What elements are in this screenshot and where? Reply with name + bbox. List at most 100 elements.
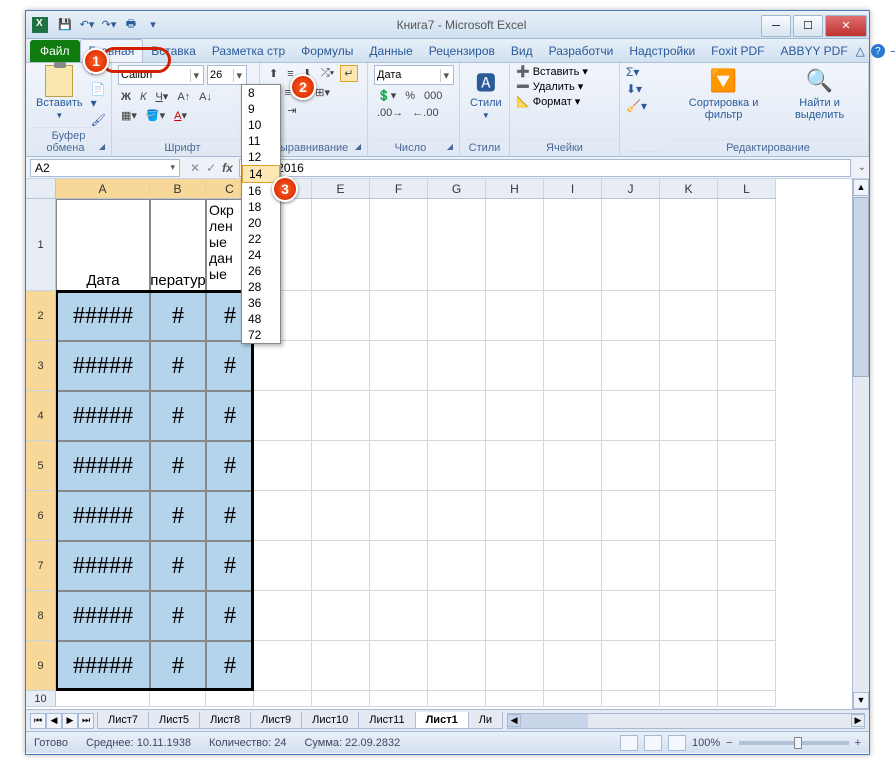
normal-view-icon[interactable] (620, 735, 638, 751)
format-painter-icon[interactable]: 🖌 (91, 113, 106, 127)
help-icon[interactable]: ? (871, 44, 885, 58)
row-header-3[interactable]: 3 (26, 341, 56, 391)
cell[interactable] (602, 491, 660, 541)
prev-sheet-icon[interactable]: ◀ (46, 713, 62, 729)
data-cell[interactable]: # (206, 441, 254, 491)
row-header-6[interactable]: 6 (26, 491, 56, 541)
sheet-tab-Лист8[interactable]: Лист8 (199, 712, 251, 729)
chevron-down-icon[interactable]: ▾ (190, 69, 201, 82)
tab-foxit[interactable]: Foxit PDF (703, 40, 772, 62)
cell[interactable] (602, 291, 660, 341)
cell[interactable] (254, 641, 312, 691)
data-cell[interactable]: # (206, 391, 254, 441)
cell[interactable] (718, 641, 776, 691)
sheet-tab-Лист9[interactable]: Лист9 (250, 712, 302, 729)
cell[interactable] (428, 691, 486, 707)
tab-developer[interactable]: Разработчи (541, 40, 622, 62)
data-cell[interactable]: # (206, 491, 254, 541)
insert-cells-button[interactable]: ➕ Вставить ▾ (516, 65, 588, 78)
cell[interactable] (254, 441, 312, 491)
decrease-decimal-icon[interactable]: ←.00 (409, 106, 441, 120)
cell[interactable] (370, 391, 428, 441)
cell[interactable] (544, 491, 602, 541)
font-size-option-9[interactable]: 9 (242, 101, 280, 117)
percent-icon[interactable]: % (402, 89, 418, 103)
cell[interactable] (370, 641, 428, 691)
header-cell-B[interactable]: ператур (150, 199, 206, 291)
cell[interactable] (486, 391, 544, 441)
cell[interactable] (660, 491, 718, 541)
font-name-combo[interactable]: Calibri▾ (118, 65, 204, 85)
cell[interactable] (660, 691, 718, 707)
sheet-tab-Лист1[interactable]: Лист1 (415, 712, 469, 729)
tab-data[interactable]: Данные (361, 40, 420, 62)
cell[interactable] (428, 291, 486, 341)
cell[interactable] (602, 441, 660, 491)
data-cell[interactable]: ##### (56, 641, 150, 691)
zoom-slider[interactable] (739, 741, 849, 745)
data-cell[interactable]: ##### (56, 291, 150, 341)
cell[interactable] (544, 291, 602, 341)
redo-icon[interactable]: ↷▾ (100, 16, 118, 34)
cell[interactable] (428, 441, 486, 491)
copy-icon[interactable]: 📄▾ (91, 82, 106, 110)
next-sheet-icon[interactable]: ▶ (62, 713, 78, 729)
cell[interactable] (428, 199, 486, 291)
data-cell[interactable]: # (206, 641, 254, 691)
name-box[interactable]: A2▾ (30, 159, 180, 177)
maximize-button[interactable]: ☐ (793, 15, 823, 37)
data-cell[interactable]: # (150, 341, 206, 391)
select-all-button[interactable] (26, 179, 56, 199)
data-cell[interactable]: # (150, 541, 206, 591)
tab-view[interactable]: Вид (503, 40, 541, 62)
row-header-5[interactable]: 5 (26, 441, 56, 491)
cell[interactable] (370, 691, 428, 707)
data-cell[interactable]: ##### (56, 391, 150, 441)
cell[interactable] (370, 441, 428, 491)
row-header-1[interactable]: 1 (26, 199, 56, 291)
cell[interactable] (150, 691, 206, 707)
autosum-icon[interactable]: Σ▾ (626, 65, 639, 79)
cell[interactable] (718, 291, 776, 341)
cell[interactable] (428, 541, 486, 591)
border-button[interactable]: ▦▾ (118, 108, 140, 123)
tab-addins[interactable]: Надстройки (621, 40, 703, 62)
cell[interactable] (544, 391, 602, 441)
cell[interactable] (312, 541, 370, 591)
clear-icon[interactable]: 🧹▾ (626, 99, 647, 113)
currency-icon[interactable]: 💲▾ (374, 88, 399, 103)
cell[interactable] (486, 199, 544, 291)
cancel-formula-icon[interactable]: ✕ (190, 161, 200, 175)
row-header-10[interactable]: 10 (26, 691, 56, 707)
column-header-F[interactable]: F (370, 179, 428, 199)
font-size-option-10[interactable]: 10 (242, 117, 280, 133)
column-header-J[interactable]: J (602, 179, 660, 199)
cell[interactable] (718, 341, 776, 391)
scroll-thumb[interactable] (853, 197, 869, 377)
font-size-option-48[interactable]: 48 (242, 311, 280, 327)
undo-icon[interactable]: ↶▾ (78, 16, 96, 34)
cell[interactable] (370, 591, 428, 641)
cell[interactable] (254, 391, 312, 441)
format-cells-button[interactable]: 📐 Формат ▾ (516, 95, 580, 108)
number-format-combo[interactable]: Дата▾ (374, 65, 454, 85)
cell[interactable] (312, 491, 370, 541)
cell[interactable] (602, 641, 660, 691)
orientation-icon[interactable]: ⤮▾ (318, 66, 337, 81)
sheet-tab-Лист10[interactable]: Лист10 (301, 712, 359, 729)
cell[interactable] (312, 641, 370, 691)
data-cell[interactable]: # (206, 591, 254, 641)
expand-formula-icon[interactable]: ⌄ (858, 162, 866, 173)
cell[interactable] (370, 491, 428, 541)
enter-formula-icon[interactable]: ✓ (206, 161, 216, 175)
cell[interactable] (206, 691, 254, 707)
cell[interactable] (718, 591, 776, 641)
cell[interactable] (718, 491, 776, 541)
cell[interactable] (370, 541, 428, 591)
minimize-button[interactable]: ─ (761, 15, 791, 37)
doc-minimize-icon[interactable]: ─ (891, 44, 895, 58)
font-size-option-11[interactable]: 11 (242, 133, 280, 149)
font-size-option-18[interactable]: 18 (242, 199, 280, 215)
data-cell[interactable]: # (150, 591, 206, 641)
cell[interactable] (486, 291, 544, 341)
